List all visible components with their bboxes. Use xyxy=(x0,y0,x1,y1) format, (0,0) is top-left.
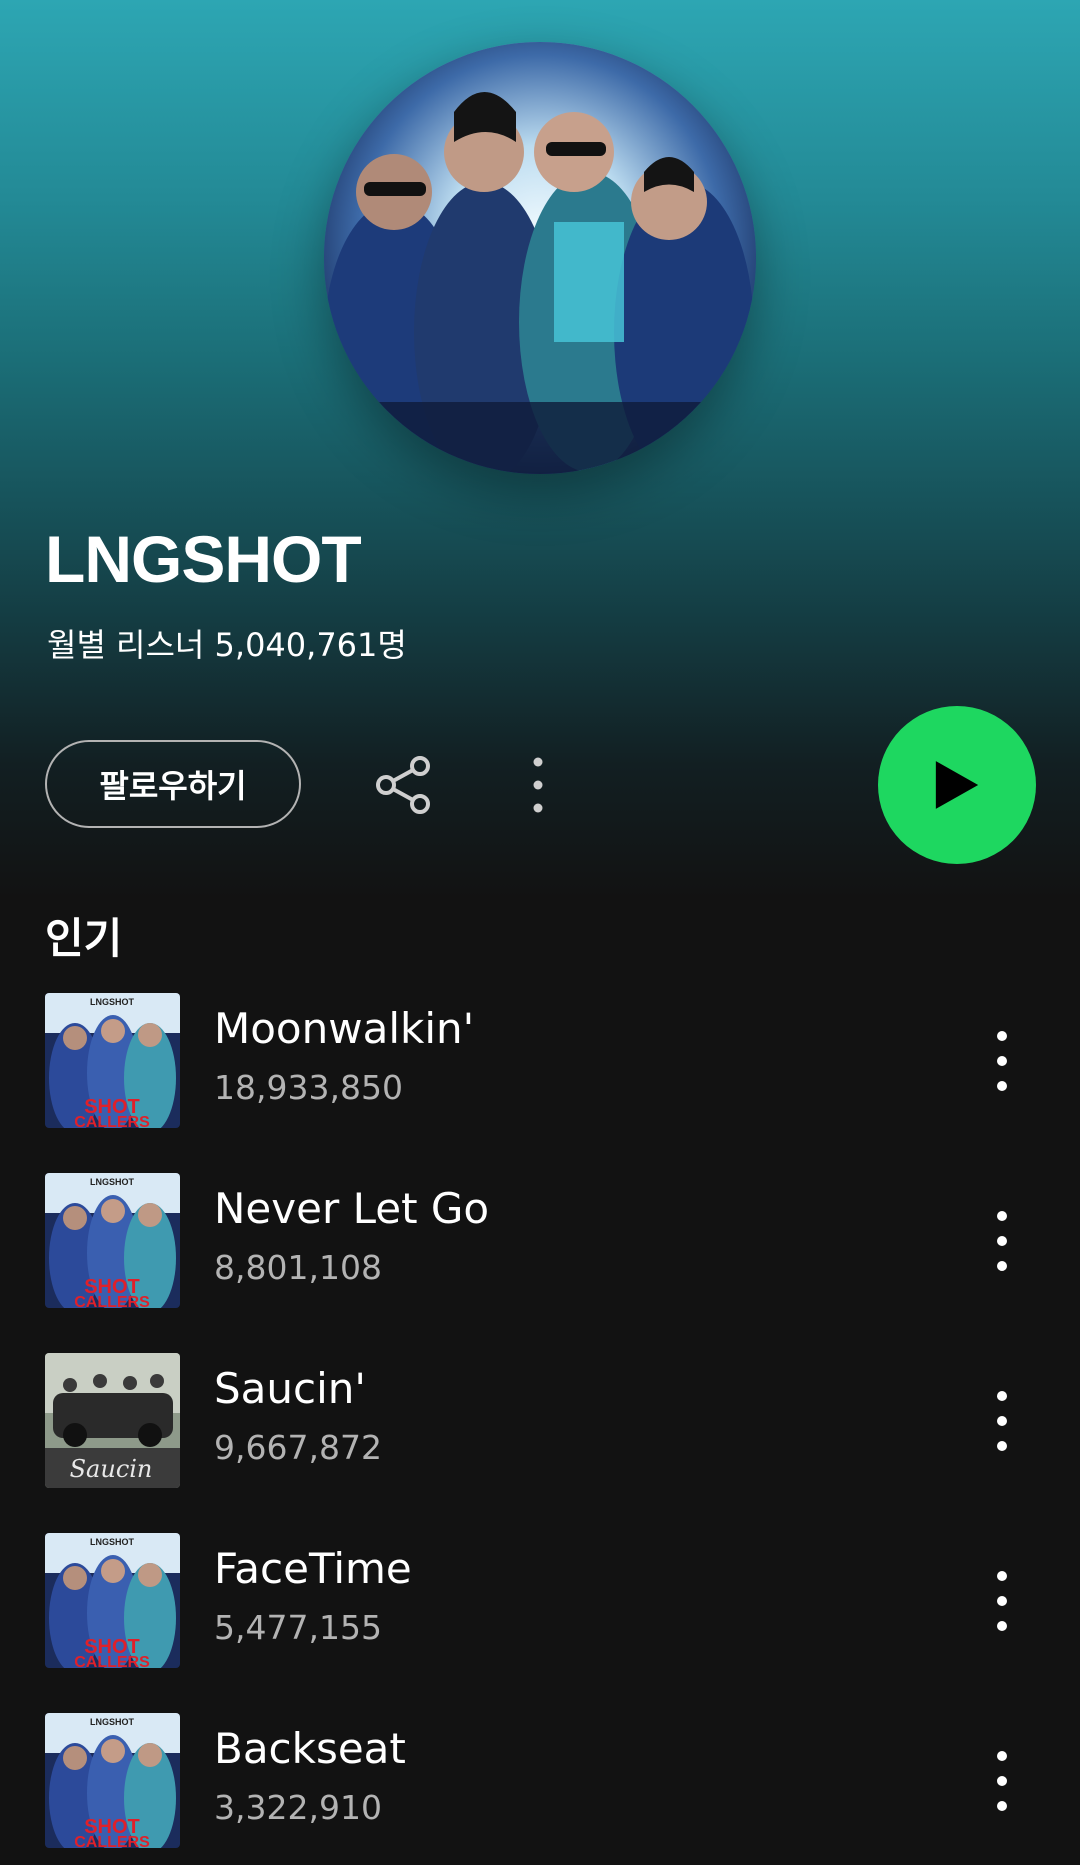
track-more-button[interactable] xyxy=(982,1027,1022,1095)
track-title: Saucin' xyxy=(214,1364,366,1413)
vertical-dots-icon xyxy=(997,1571,1007,1631)
vertical-dots-icon xyxy=(533,757,543,813)
track-more-button[interactable] xyxy=(982,1747,1022,1815)
track-title: Never Let Go xyxy=(214,1184,490,1233)
monthly-listeners: 월별 리스너 5,040,761명 xyxy=(47,626,407,664)
artist-photo-image xyxy=(324,42,756,474)
svg-text:LNGSHOT: LNGSHOT xyxy=(90,1717,135,1727)
svg-text:CALLERS: CALLERS xyxy=(74,1294,150,1308)
track-play-count: 9,667,872 xyxy=(214,1428,382,1467)
track-title: Backseat xyxy=(214,1724,406,1773)
popular-section-title: 인기 xyxy=(45,914,123,963)
more-options-button[interactable] xyxy=(520,754,556,816)
svg-text:LNGSHOT: LNGSHOT xyxy=(90,1537,135,1547)
track-play-count: 8,801,108 xyxy=(214,1248,382,1287)
album-cover: SHOT CALLERS LNGSHOT xyxy=(45,993,180,1128)
track-more-button[interactable] xyxy=(982,1567,1022,1635)
follow-button[interactable]: 팔로우하기 xyxy=(45,740,301,828)
svg-text:Saucin: Saucin xyxy=(70,1455,153,1483)
track-row[interactable]: Saucin Saucin' 9,667,872 xyxy=(0,1353,1080,1489)
track-more-button[interactable] xyxy=(982,1207,1022,1275)
track-play-count: 18,933,850 xyxy=(214,1068,403,1107)
track-title: FaceTime xyxy=(214,1544,412,1593)
share-button[interactable] xyxy=(372,754,434,816)
track-play-count: 5,477,155 xyxy=(214,1608,382,1647)
share-icon xyxy=(376,756,430,814)
vertical-dots-icon xyxy=(997,1751,1007,1811)
track-row[interactable]: SHOT CALLERS LNGSHOT Moonwalkin' 18,933,… xyxy=(0,993,1080,1129)
svg-text:LNGSHOT: LNGSHOT xyxy=(90,1177,135,1187)
svg-text:CALLERS: CALLERS xyxy=(74,1114,150,1128)
track-row[interactable]: SHOT CALLERS LNGSHOT Backseat 3,322,910 xyxy=(0,1713,1080,1849)
track-row[interactable]: SHOT CALLERS LNGSHOT FaceTime 5,477,155 xyxy=(0,1533,1080,1669)
play-icon xyxy=(935,761,979,809)
track-row[interactable]: SHOT CALLERS LNGSHOT Never Let Go 8,801,… xyxy=(0,1173,1080,1309)
vertical-dots-icon xyxy=(997,1031,1007,1091)
artist-name: LNGSHOT xyxy=(45,522,362,596)
vertical-dots-icon xyxy=(997,1211,1007,1271)
album-cover: SHOT CALLERS LNGSHOT xyxy=(45,1713,180,1848)
album-cover: Saucin xyxy=(45,1353,180,1488)
play-button[interactable] xyxy=(878,706,1036,864)
svg-text:CALLERS: CALLERS xyxy=(74,1834,150,1848)
artist-avatar xyxy=(324,42,756,474)
track-play-count: 3,322,910 xyxy=(214,1788,382,1827)
track-title: Moonwalkin' xyxy=(214,1004,475,1053)
vertical-dots-icon xyxy=(997,1391,1007,1451)
album-cover: SHOT CALLERS LNGSHOT xyxy=(45,1173,180,1308)
svg-text:CALLERS: CALLERS xyxy=(74,1654,150,1668)
track-more-button[interactable] xyxy=(982,1387,1022,1455)
svg-text:LNGSHOT: LNGSHOT xyxy=(90,997,135,1007)
album-cover: SHOT CALLERS LNGSHOT xyxy=(45,1533,180,1668)
